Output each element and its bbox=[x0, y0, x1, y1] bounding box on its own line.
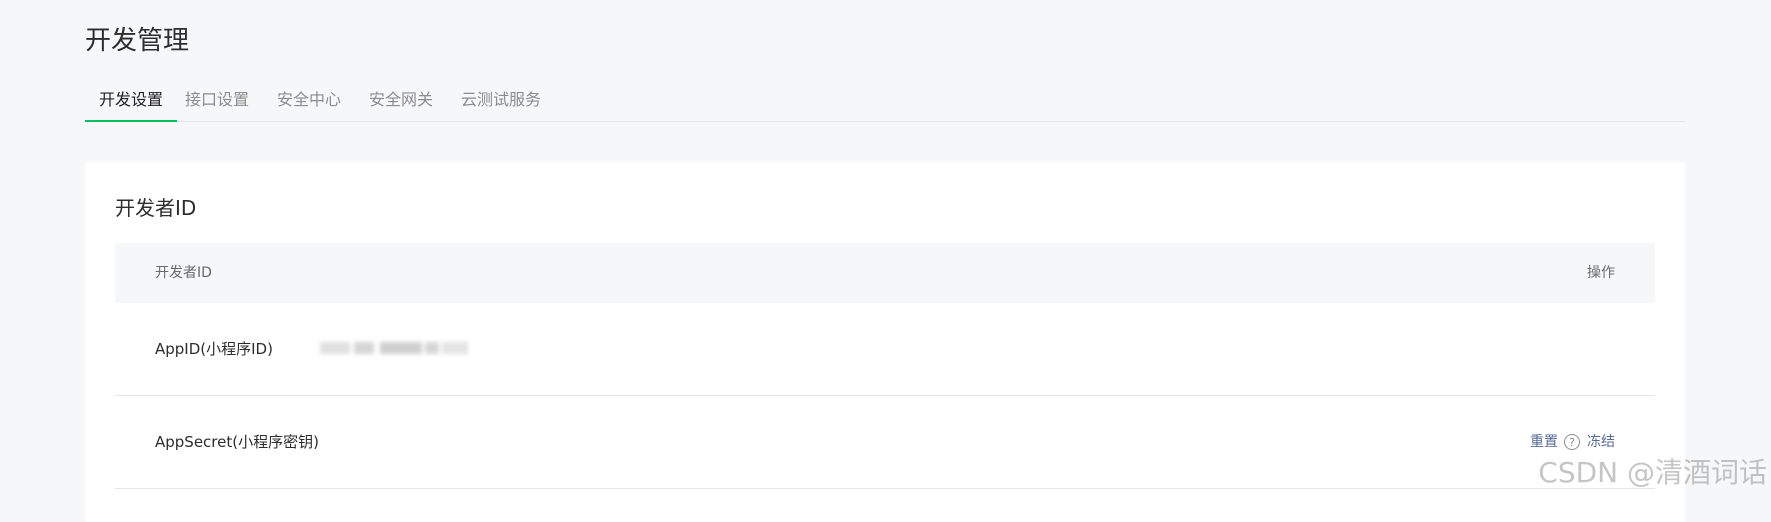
appsecret-label: AppSecret(小程序密钥) bbox=[155, 433, 319, 451]
tab-dev-settings[interactable]: 开发设置 bbox=[85, 84, 177, 122]
table-row-appsecret: AppSecret(小程序密钥) 重置 ? 冻结 bbox=[115, 396, 1655, 489]
column-header-actions: 操作 bbox=[1587, 265, 1615, 281]
appid-masked-value bbox=[320, 338, 470, 360]
section-title: 开发者ID bbox=[115, 196, 197, 220]
appsecret-actions: 重置 ? 冻结 bbox=[1530, 432, 1615, 452]
tab-security-gateway[interactable]: 安全网关 bbox=[369, 84, 433, 121]
column-header-developer-id: 开发者ID bbox=[155, 265, 212, 281]
help-icon[interactable]: ? bbox=[1564, 434, 1580, 450]
tab-cloud-testing[interactable]: 云测试服务 bbox=[461, 84, 541, 121]
developer-id-card: 开发者ID 开发者ID 操作 AppID(小程序ID) AppSecret(小程… bbox=[85, 162, 1685, 522]
tab-api-settings[interactable]: 接口设置 bbox=[185, 84, 249, 121]
table-header: 开发者ID 操作 bbox=[115, 243, 1655, 303]
watermark: CSDN @清酒词话 bbox=[1538, 456, 1767, 489]
appid-label: AppID(小程序ID) bbox=[155, 340, 273, 358]
freeze-link[interactable]: 冻结 bbox=[1587, 432, 1615, 452]
page-title: 开发管理 bbox=[85, 26, 190, 56]
table-row-appid: AppID(小程序ID) bbox=[115, 303, 1655, 396]
tab-bar: 开发设置 接口设置 安全中心 安全网关 云测试服务 bbox=[85, 84, 1685, 122]
tab-security-center[interactable]: 安全中心 bbox=[277, 84, 341, 121]
reset-link[interactable]: 重置 bbox=[1530, 432, 1558, 452]
